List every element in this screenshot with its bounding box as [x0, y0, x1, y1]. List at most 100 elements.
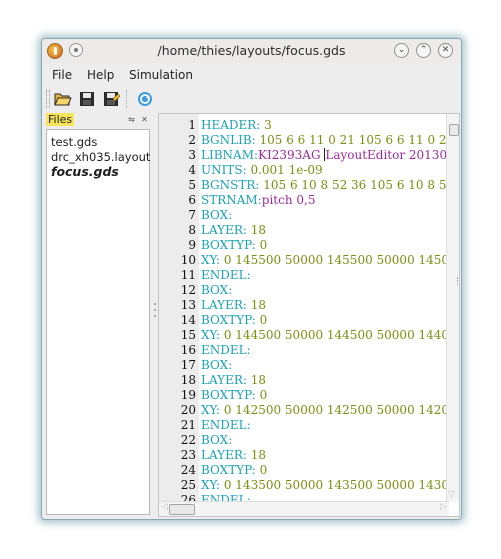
- file-item[interactable]: test.gds: [51, 135, 97, 149]
- minimize-button[interactable]: ⌄: [394, 43, 409, 58]
- code-line: 2 BGNLIB: 105 6 6 11 0 21 105 6 6 11 0 21: [159, 133, 454, 148]
- line-text: XY: 0 144500 50000 144500 50000 1440: [201, 328, 449, 343]
- code-line: 3 LIBNAM:KI2393AG LayoutEditor 2013060: [159, 148, 459, 163]
- record-value: 18: [246, 448, 267, 462]
- line-text: HEADER: 3: [201, 118, 272, 133]
- line-text: LAYER: 18: [201, 298, 266, 313]
- line-text: BGNSTR: 105 6 10 8 52 36 105 6 10 8 52: [201, 178, 454, 193]
- line-text: LAYER: 18: [201, 448, 266, 463]
- line-number: 23: [180, 448, 196, 462]
- code-line: 1 HEADER: 3: [159, 118, 449, 133]
- maximize-button[interactable]: ⌃: [416, 43, 431, 58]
- code-line: 21 ENDEL:: [159, 418, 449, 433]
- line-number: 4: [188, 163, 196, 177]
- toolbar-grip[interactable]: [46, 90, 50, 108]
- line-text: XY: 0 145500 50000 145500 50000 1450: [201, 253, 449, 268]
- toolbar: [42, 87, 461, 111]
- code-line: 14 BOXTYP: 0: [159, 313, 449, 328]
- line-text: ENDEL:: [201, 268, 251, 283]
- window-resize-grip[interactable]: [457, 277, 460, 285]
- line-text: XY: 0 143500 50000 143500 50000 1430: [201, 478, 449, 493]
- open-folder-icon[interactable]: [54, 90, 72, 108]
- vertical-scroll-thumb[interactable]: [449, 124, 459, 136]
- code-line: 22 BOX:: [159, 433, 449, 448]
- record-value: 0 143500 50000 143500 50000 1430: [220, 478, 450, 492]
- line-number: 22: [180, 433, 196, 447]
- files-dock: Files ⇋ ✕ test.gds drc_xh035.layout focu…: [44, 113, 152, 517]
- line-number: 12: [180, 283, 196, 297]
- record-value: 18: [246, 373, 267, 387]
- code-line: 15 XY: 0 144500 50000 144500 50000 1440: [159, 328, 449, 343]
- save-icon[interactable]: [78, 90, 96, 108]
- record-keyword: BOXTYP:: [201, 463, 256, 477]
- scroll-down-arrow-icon[interactable]: ▽: [448, 490, 455, 500]
- record-keyword: UNITS:: [201, 163, 247, 177]
- dock-float-icon[interactable]: ⇋: [127, 115, 136, 124]
- main-window: /home/thies/layouts/focus.gds ⌄ ⌃ ✕ File…: [41, 38, 462, 520]
- line-text: BOX:: [201, 208, 232, 223]
- code-line: 10 XY: 0 145500 50000 145500 50000 1450: [159, 253, 449, 268]
- line-number: 1: [188, 118, 196, 132]
- line-number: 5: [188, 178, 196, 192]
- line-number: 6: [188, 193, 196, 207]
- line-number: 8: [188, 223, 196, 237]
- line-number: 16: [180, 343, 196, 357]
- dock-close-icon[interactable]: ✕: [140, 115, 149, 124]
- code-line: 20 XY: 0 142500 50000 142500 50000 1420: [159, 403, 449, 418]
- line-text: BOXTYP: 0: [201, 313, 267, 328]
- code-line: 12 BOX:: [159, 283, 449, 298]
- line-number: 20: [180, 403, 196, 417]
- line-number: 7: [188, 208, 196, 222]
- title-bar[interactable]: /home/thies/layouts/focus.gds ⌄ ⌃ ✕: [42, 39, 461, 63]
- line-text: BOX:: [201, 358, 232, 373]
- line-text: BGNLIB: 105 6 6 11 0 21 105 6 6 11 0 21: [201, 133, 454, 148]
- app-icon[interactable]: [47, 43, 63, 59]
- record-keyword: BOXTYP:: [201, 388, 256, 402]
- line-number: 10: [180, 253, 196, 267]
- dock-header: Files ⇋ ✕: [44, 113, 152, 127]
- line-number: 25: [180, 478, 196, 492]
- record-keyword: BOX:: [201, 358, 233, 372]
- record-keyword: LAYER:: [201, 373, 247, 387]
- horizontal-scroll-thumb[interactable]: [169, 504, 195, 515]
- save-as-icon[interactable]: [102, 90, 121, 108]
- menu-simulation[interactable]: Simulation: [129, 68, 193, 82]
- code-editor[interactable]: 1 HEADER: 3 2 BGNLIB: 105 6 6 11 0 21 105 6…: [158, 113, 460, 517]
- record-value: 0 144500 50000 144500 50000 1440: [220, 328, 450, 342]
- record-value: 0: [255, 313, 268, 327]
- horizontal-scrollbar[interactable]: ◁ ▷: [159, 501, 449, 516]
- menu-file[interactable]: File: [52, 68, 72, 82]
- reload-icon[interactable]: [136, 90, 154, 108]
- line-text: ENDEL:: [201, 418, 251, 433]
- pin-button[interactable]: [69, 43, 83, 57]
- record-keyword: XY:: [201, 403, 221, 417]
- line-text: BOX:: [201, 283, 232, 298]
- close-button[interactable]: ✕: [438, 43, 453, 58]
- vertical-scrollbar[interactable]: ▽: [446, 114, 459, 502]
- code-line: 4 UNITS: 0.001 1e-09: [159, 163, 449, 178]
- line-number: 24: [180, 463, 196, 477]
- splitter-handle[interactable]: [153, 113, 157, 517]
- menu-help[interactable]: Help: [87, 68, 114, 82]
- window-title: /home/thies/layouts/focus.gds: [157, 43, 346, 58]
- file-item[interactable]: drc_xh035.layout: [51, 150, 150, 164]
- line-text: XY: 0 142500 50000 142500 50000 1420: [201, 403, 449, 418]
- dock-title: Files: [46, 113, 75, 126]
- code-line: 6 STRNAM:pitch 0,5: [159, 193, 449, 208]
- scroll-right-arrow-icon[interactable]: ▷: [440, 502, 447, 512]
- record-keyword: LAYER:: [201, 298, 247, 312]
- code-line: 8 LAYER: 18: [159, 223, 449, 238]
- line-text: BOXTYP: 0: [201, 388, 267, 403]
- code-line: 5 BGNSTR: 105 6 10 8 52 36 105 6 10 8 52: [159, 178, 454, 193]
- record-keyword: XY:: [201, 328, 221, 342]
- record-keyword: BGNSTR:: [201, 178, 260, 192]
- line-text: ENDEL:: [201, 343, 251, 358]
- code-line: 18 LAYER: 18: [159, 373, 449, 388]
- record-keyword: BOXTYP:: [201, 238, 256, 252]
- line-number: 13: [180, 298, 196, 312]
- scroll-left-arrow-icon[interactable]: ◁: [161, 502, 168, 512]
- record-value: 0: [255, 463, 268, 477]
- menu-bar: File Help Simulation: [42, 65, 461, 85]
- line-number: 11: [180, 268, 196, 282]
- file-item-active[interactable]: focus.gds: [51, 164, 119, 179]
